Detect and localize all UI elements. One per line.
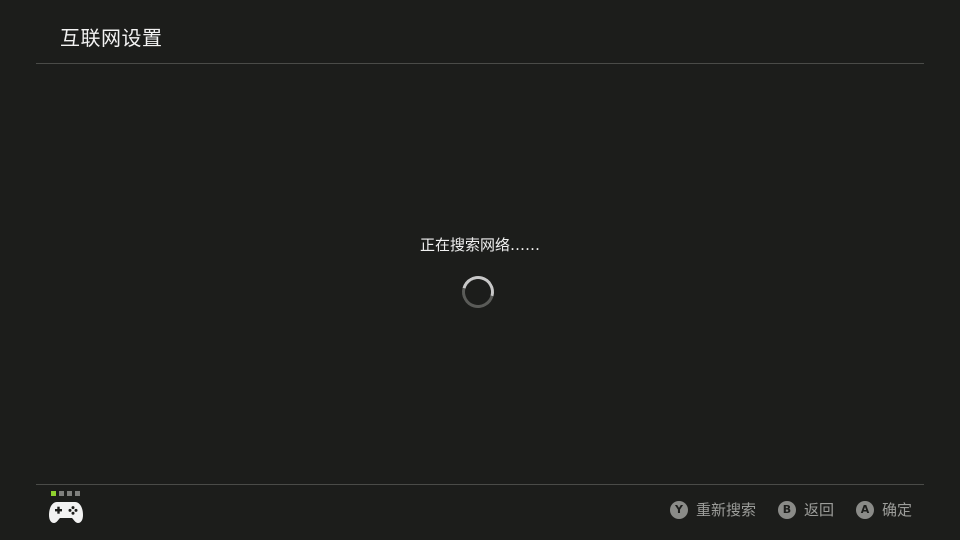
player-1-dot (51, 491, 56, 496)
search-status-text: 正在搜索网络…… (419, 236, 540, 254)
confirm-hint-button[interactable]: A 确定 (855, 500, 912, 520)
confirm-label: 确定 (881, 501, 912, 519)
rescan-label: 重新搜索 (695, 501, 756, 519)
player-4-dot (75, 491, 80, 496)
gamepad-icon (49, 502, 83, 523)
player-3-dot (67, 491, 72, 496)
rescan-hint-button[interactable]: Y 重新搜索 (669, 500, 756, 520)
back-label: 返回 (803, 501, 834, 519)
page-title: 互联网设置 (60, 26, 163, 50)
b-button-icon: B (777, 501, 796, 519)
header: 互联网设置 (0, 0, 960, 64)
player-indicator (51, 491, 80, 496)
footer: Y 重新搜索 B 返回 A 确定 (0, 485, 960, 540)
main-content: 正在搜索网络…… (0, 64, 960, 484)
a-button-icon: A (855, 501, 874, 519)
y-button-icon: Y (669, 501, 688, 519)
back-hint-button[interactable]: B 返回 (777, 500, 834, 520)
button-hints: Y 重新搜索 B 返回 A 确定 (648, 500, 912, 520)
player-2-dot (59, 491, 64, 496)
loading-spinner-icon (456, 270, 500, 314)
